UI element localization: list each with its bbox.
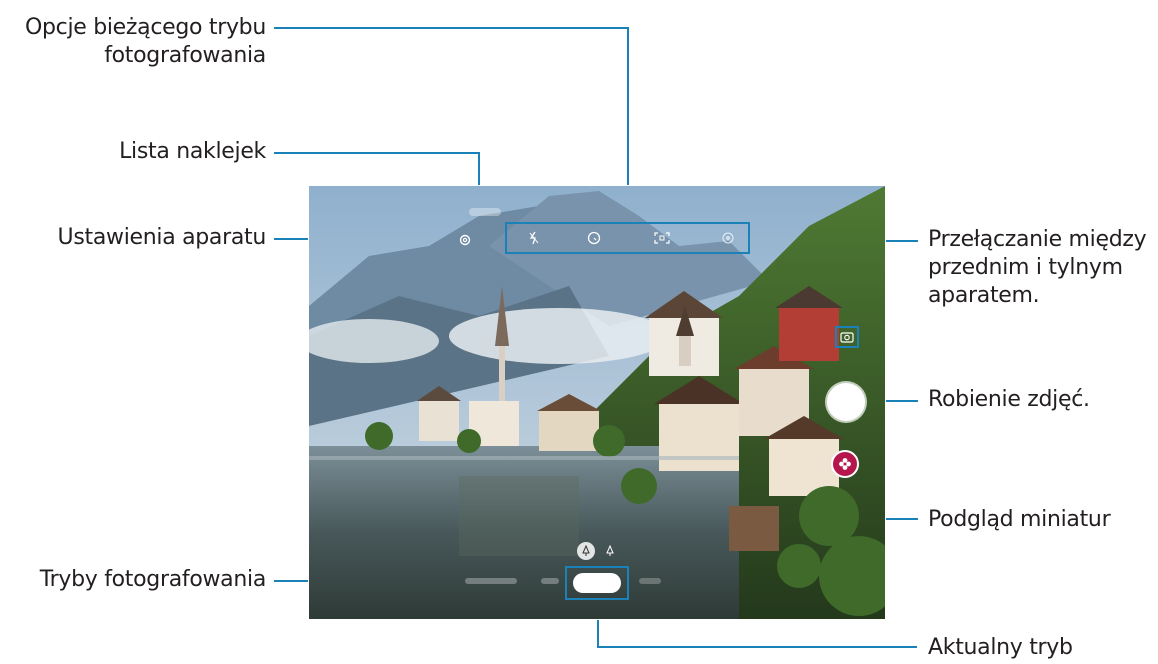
current-mode-label: Aktualny tryb (928, 635, 1073, 660)
sticker-list-chip[interactable] (469, 208, 501, 216)
leader-current-mode-h (597, 646, 917, 648)
lens-tele-button[interactable] (601, 542, 619, 560)
mode-placeholder-1[interactable] (465, 578, 517, 584)
shooting-options-label-line1: Opcje bieżącego trybu (24, 15, 266, 40)
lens-wide-button[interactable] (577, 542, 595, 560)
shooting-options-toolbar (505, 222, 750, 254)
shutter-button[interactable] (827, 383, 865, 421)
take-photo-label: Robienie zdjęć. (928, 387, 1090, 412)
flash-off-icon (529, 231, 539, 245)
switch-camera-button[interactable] (835, 326, 859, 348)
mode-placeholder-2[interactable] (541, 578, 559, 584)
filter-icon (722, 232, 734, 244)
tree-tele-icon (606, 545, 614, 556)
aspect-ratio-button[interactable] (653, 229, 671, 247)
switch-camera-label-line3: aparatem. (928, 283, 1040, 308)
shooting-options-label-line2: fotografowania (104, 43, 266, 68)
leader-shooting-options-h (274, 27, 629, 29)
shooting-options-label: Opcje bieżącego trybu fotografowania (0, 14, 266, 70)
mode-placeholder-3[interactable] (639, 578, 661, 584)
timer-icon (587, 231, 601, 245)
shooting-modes-label: Tryby fotografowania (39, 567, 267, 592)
gallery-thumbnail-icon (839, 458, 851, 470)
tree-wide-icon (582, 545, 590, 556)
current-mode-highlight (565, 566, 629, 600)
mist-center (449, 308, 669, 364)
camera-viewfinder[interactable] (308, 185, 886, 620)
filter-button[interactable] (719, 229, 737, 247)
thumbnail-preview-label: Podgląd miniatur (928, 507, 1111, 532)
leader-sticker-list-h (274, 152, 480, 154)
aspect-ratio-icon (654, 232, 670, 244)
switch-camera-label-line1: Przełączanie między (928, 227, 1147, 252)
flash-button[interactable] (525, 229, 543, 247)
switch-camera-label-line2: przednim i tylnym (928, 255, 1123, 280)
gallery-thumbnail-button[interactable] (831, 450, 859, 478)
switch-camera-label: Przełączanie między przednim i tylnym ap… (928, 226, 1147, 310)
timer-button[interactable] (585, 229, 603, 247)
gear-icon (459, 234, 471, 246)
camera-settings-label: Ustawienia aparatu (57, 225, 267, 250)
sticker-list-label: Lista naklejek (119, 139, 266, 164)
settings-gear-button[interactable] (455, 230, 475, 250)
current-mode-pill[interactable] (573, 573, 621, 593)
switch-camera-icon (840, 332, 854, 343)
